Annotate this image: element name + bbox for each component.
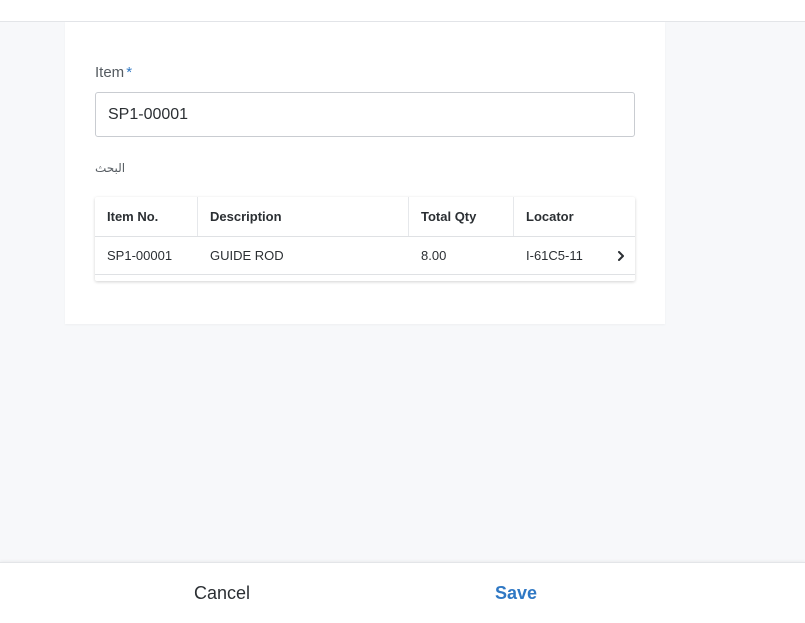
cell-locator: I-61C5-11 <box>514 237 635 274</box>
column-header-description[interactable]: Description <box>198 197 409 236</box>
column-header-total-qty[interactable]: Total Qty <box>409 197 514 236</box>
item-label-text: Item <box>95 64 125 81</box>
action-bar: Cancel Save <box>0 562 805 623</box>
cell-item-no: SP1-00001 <box>107 248 173 263</box>
item-field-label: Item * <box>95 64 132 81</box>
column-header-item-no[interactable]: Item No. <box>95 197 198 236</box>
save-button[interactable]: Save <box>416 563 616 623</box>
table-footer-spacer <box>95 275 635 281</box>
top-bar <box>0 0 805 22</box>
cell-locator-text: I-61C5-11 <box>526 248 583 263</box>
search-label: البحث <box>95 161 126 175</box>
table-header-row: Item No. Description Total Qty Locator <box>95 197 635 237</box>
table-row[interactable]: SP1-00001 GUIDE ROD 8.00 I-61C5-11 <box>95 237 635 275</box>
cancel-button[interactable]: Cancel <box>122 563 322 623</box>
chevron-right-icon[interactable] <box>615 250 627 262</box>
required-marker: * <box>126 64 133 81</box>
item-search-card: Item* البحث Item No. Description Total Q… <box>65 22 665 324</box>
cell-total-qty: 8.00 <box>421 248 447 263</box>
item-input[interactable] <box>95 92 635 137</box>
cell-description: GUIDE ROD <box>210 248 284 263</box>
column-header-locator[interactable]: Locator <box>514 197 635 236</box>
results-table: Item No. Description Total Qty Locator S… <box>95 197 635 281</box>
